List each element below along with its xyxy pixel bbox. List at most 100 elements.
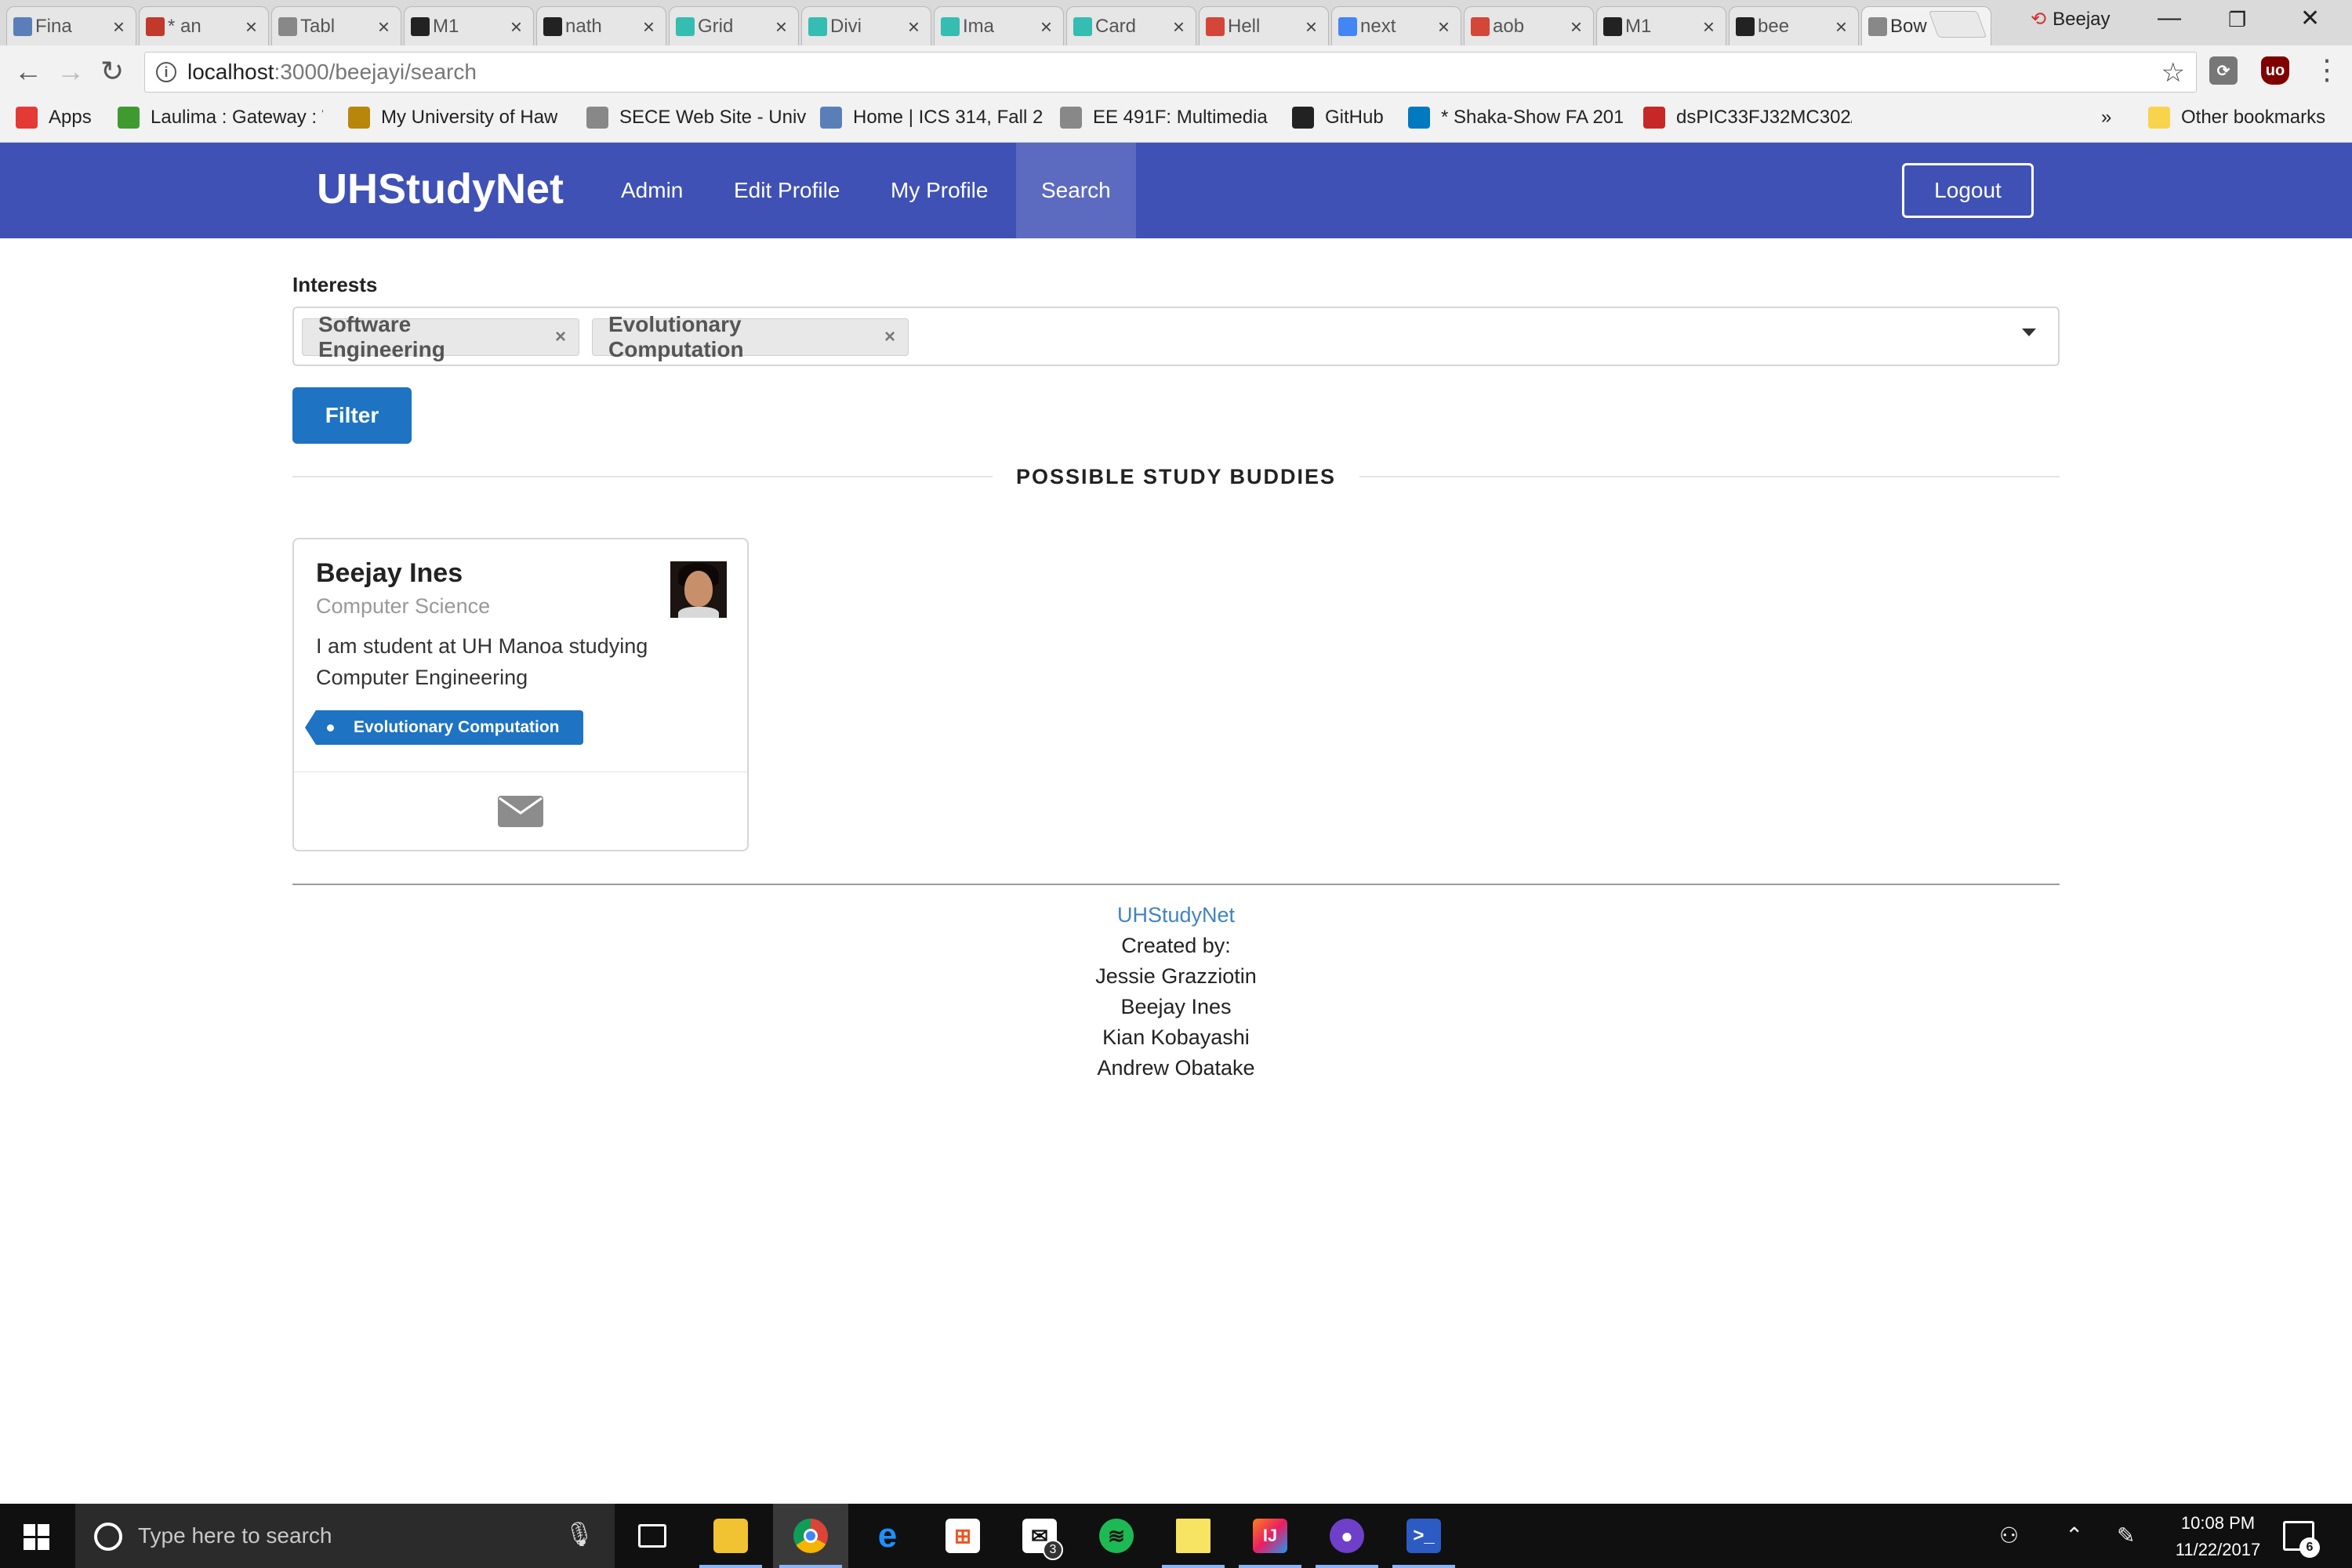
- tab-title: Tabl: [300, 15, 336, 37]
- close-tab-icon[interactable]: ×: [908, 15, 920, 39]
- windows-start-icon[interactable]: [24, 1524, 50, 1551]
- dropdown-caret-icon[interactable]: [2022, 328, 2036, 336]
- browser-tab[interactable]: Fina ×: [6, 6, 136, 45]
- forward-arrow-icon[interactable]: →: [56, 55, 85, 88]
- tray-chevron-icon[interactable]: ⌃: [2065, 1523, 2083, 1548]
- bookmark-item[interactable]: Laulima : Gateway : W: [118, 107, 323, 129]
- taskbar-clock[interactable]: 10:08 PM 11/22/2017: [2167, 1510, 2269, 1563]
- url-path: :3000/beejayi/search: [274, 60, 477, 84]
- browser-tab[interactable]: next ×: [1331, 6, 1461, 45]
- other-bookmarks[interactable]: Other bookmarks: [2148, 107, 2325, 129]
- bookmark-item[interactable]: GitHub: [1292, 107, 1384, 129]
- bookmarks-bar: Apps Laulima : Gateway : W My University o…: [0, 99, 2352, 143]
- interests-multiselect[interactable]: Software Engineering × Evolutionary Comp…: [292, 307, 2060, 366]
- new-tab-button[interactable]: [1928, 11, 1987, 38]
- browser-tab[interactable]: Grid ×: [669, 6, 799, 45]
- browser-tab[interactable]: Divi ×: [801, 6, 931, 45]
- close-tab-icon[interactable]: ×: [113, 15, 125, 39]
- nav-item-admin[interactable]: Admin: [596, 143, 708, 238]
- bookmark-item[interactable]: My University of Haw: [348, 107, 557, 129]
- gmail-icon: [1206, 17, 1225, 36]
- footer-author: Beejay Ines: [1120, 995, 1232, 1018]
- bookmark-item[interactable]: Home | ICS 314, Fall 2: [820, 107, 1043, 129]
- spotify-icon[interactable]: ≋: [1079, 1504, 1154, 1568]
- intellij-icon[interactable]: IJ: [1232, 1504, 1308, 1568]
- action-center-icon[interactable]: 6: [2283, 1521, 2320, 1558]
- close-tab-icon[interactable]: ×: [245, 15, 257, 39]
- browser-tab[interactable]: * an ×: [139, 6, 269, 45]
- tab-title: Hell: [1228, 15, 1261, 37]
- logout-button[interactable]: Logout: [1902, 163, 2034, 218]
- bookmarks-overflow[interactable]: »: [2101, 107, 2111, 129]
- task-view-icon[interactable]: [615, 1504, 690, 1568]
- browser-tab[interactable]: Hell ×: [1199, 6, 1329, 45]
- browser-tab[interactable]: aob ×: [1464, 6, 1594, 45]
- bookmark-item[interactable]: EE 491F: Multimedia: [1060, 107, 1268, 129]
- github-desktop-icon[interactable]: ●: [1309, 1504, 1385, 1568]
- people-icon[interactable]: ⚇: [1999, 1523, 2019, 1548]
- browser-profile[interactable]: ⟲ Beejay: [2031, 8, 2111, 31]
- address-bar[interactable]: i localhost:3000/beejayi/search ☆: [144, 52, 2197, 93]
- browser-tab[interactable]: Ima ×: [934, 6, 1064, 45]
- close-tab-icon[interactable]: ×: [1570, 15, 1582, 39]
- ublock-icon[interactable]: uo: [2261, 56, 2289, 85]
- page-icon: [278, 17, 297, 36]
- minimize-icon[interactable]: —: [2158, 5, 2181, 31]
- chrome-icon[interactable]: [773, 1504, 848, 1568]
- github-icon: [1603, 17, 1622, 36]
- bookmark-item[interactable]: dsPIC33FJ32MC302/3: [1643, 107, 1852, 129]
- close-tab-icon[interactable]: ×: [1040, 15, 1052, 39]
- site-info-icon[interactable]: i: [156, 62, 176, 82]
- semantic-s-icon: [808, 17, 827, 36]
- close-window-icon[interactable]: ✕: [2300, 5, 2320, 32]
- browser-tab[interactable]: bee ×: [1729, 6, 1859, 45]
- browser-menu-icon[interactable]: ⋮: [2313, 53, 2341, 86]
- close-tab-icon[interactable]: ×: [1173, 15, 1185, 39]
- close-tab-icon[interactable]: ×: [1438, 15, 1450, 39]
- browser-tab[interactable]: Card ×: [1066, 6, 1196, 45]
- pen-workspace-icon[interactable]: ✎: [2117, 1523, 2135, 1548]
- reload-icon[interactable]: ↻: [100, 55, 124, 88]
- sticky-notes-icon[interactable]: [1156, 1504, 1231, 1568]
- close-tab-icon[interactable]: ×: [1703, 15, 1715, 39]
- remove-chip-icon[interactable]: ×: [884, 326, 895, 348]
- close-tab-icon[interactable]: ×: [510, 15, 522, 39]
- bookmark-label: Apps: [49, 107, 92, 128]
- microphone-icon[interactable]: 🎙: [564, 1521, 594, 1548]
- bookmark-item[interactable]: SECE Web Site - Univ: [586, 107, 806, 129]
- buddy-description: I am student at UH Manoa studying Comput…: [316, 634, 648, 689]
- bookmark-item[interactable]: Apps: [16, 107, 92, 129]
- envelope-icon[interactable]: [498, 796, 543, 827]
- close-tab-icon[interactable]: ×: [1305, 15, 1317, 39]
- close-tab-icon[interactable]: ×: [775, 15, 787, 39]
- extension-icon[interactable]: ⟳: [2209, 56, 2238, 85]
- brand-logo[interactable]: UHStudyNet: [317, 165, 564, 213]
- github-icon: [543, 17, 562, 36]
- browser-tab[interactable]: M1 ×: [1596, 6, 1726, 45]
- file-explorer-icon[interactable]: [693, 1504, 768, 1568]
- close-tab-icon[interactable]: ×: [1835, 15, 1847, 39]
- bookmark-star-icon[interactable]: ☆: [2161, 57, 2185, 89]
- powershell-icon[interactable]: >_: [1386, 1504, 1461, 1568]
- browser-tab[interactable]: M1 ×: [404, 6, 534, 45]
- footer-site-link[interactable]: UHStudyNet: [292, 900, 2060, 931]
- store-icon[interactable]: ⊞: [925, 1504, 1000, 1568]
- close-tab-icon[interactable]: ×: [378, 15, 390, 39]
- nav-item-edit-profile[interactable]: Edit Profile: [709, 143, 865, 238]
- edge-icon[interactable]: e: [850, 1504, 925, 1568]
- bookmark-item[interactable]: * Shaka-Show FA 201: [1408, 107, 1623, 129]
- mail-icon[interactable]: ✉ 3: [1002, 1504, 1077, 1568]
- microchip-icon: [1643, 107, 1665, 129]
- nav-item-search[interactable]: Search: [1016, 143, 1136, 238]
- browser-tab[interactable]: Tabl ×: [271, 6, 401, 45]
- browser-tab[interactable]: nath ×: [536, 6, 666, 45]
- nav-item-my-profile[interactable]: My Profile: [866, 143, 1013, 238]
- back-arrow-icon[interactable]: ←: [14, 55, 42, 88]
- url-host: localhost: [187, 60, 274, 84]
- close-tab-icon[interactable]: ×: [643, 15, 655, 39]
- filter-button[interactable]: Filter: [292, 387, 412, 444]
- study-buddy-card[interactable]: Beejay Ines Computer Science I am studen…: [292, 538, 749, 851]
- remove-chip-icon[interactable]: ×: [555, 326, 566, 348]
- taskbar-search-box[interactable]: Type here to search 🎙: [75, 1504, 615, 1568]
- restore-icon[interactable]: ❐: [2228, 8, 2246, 32]
